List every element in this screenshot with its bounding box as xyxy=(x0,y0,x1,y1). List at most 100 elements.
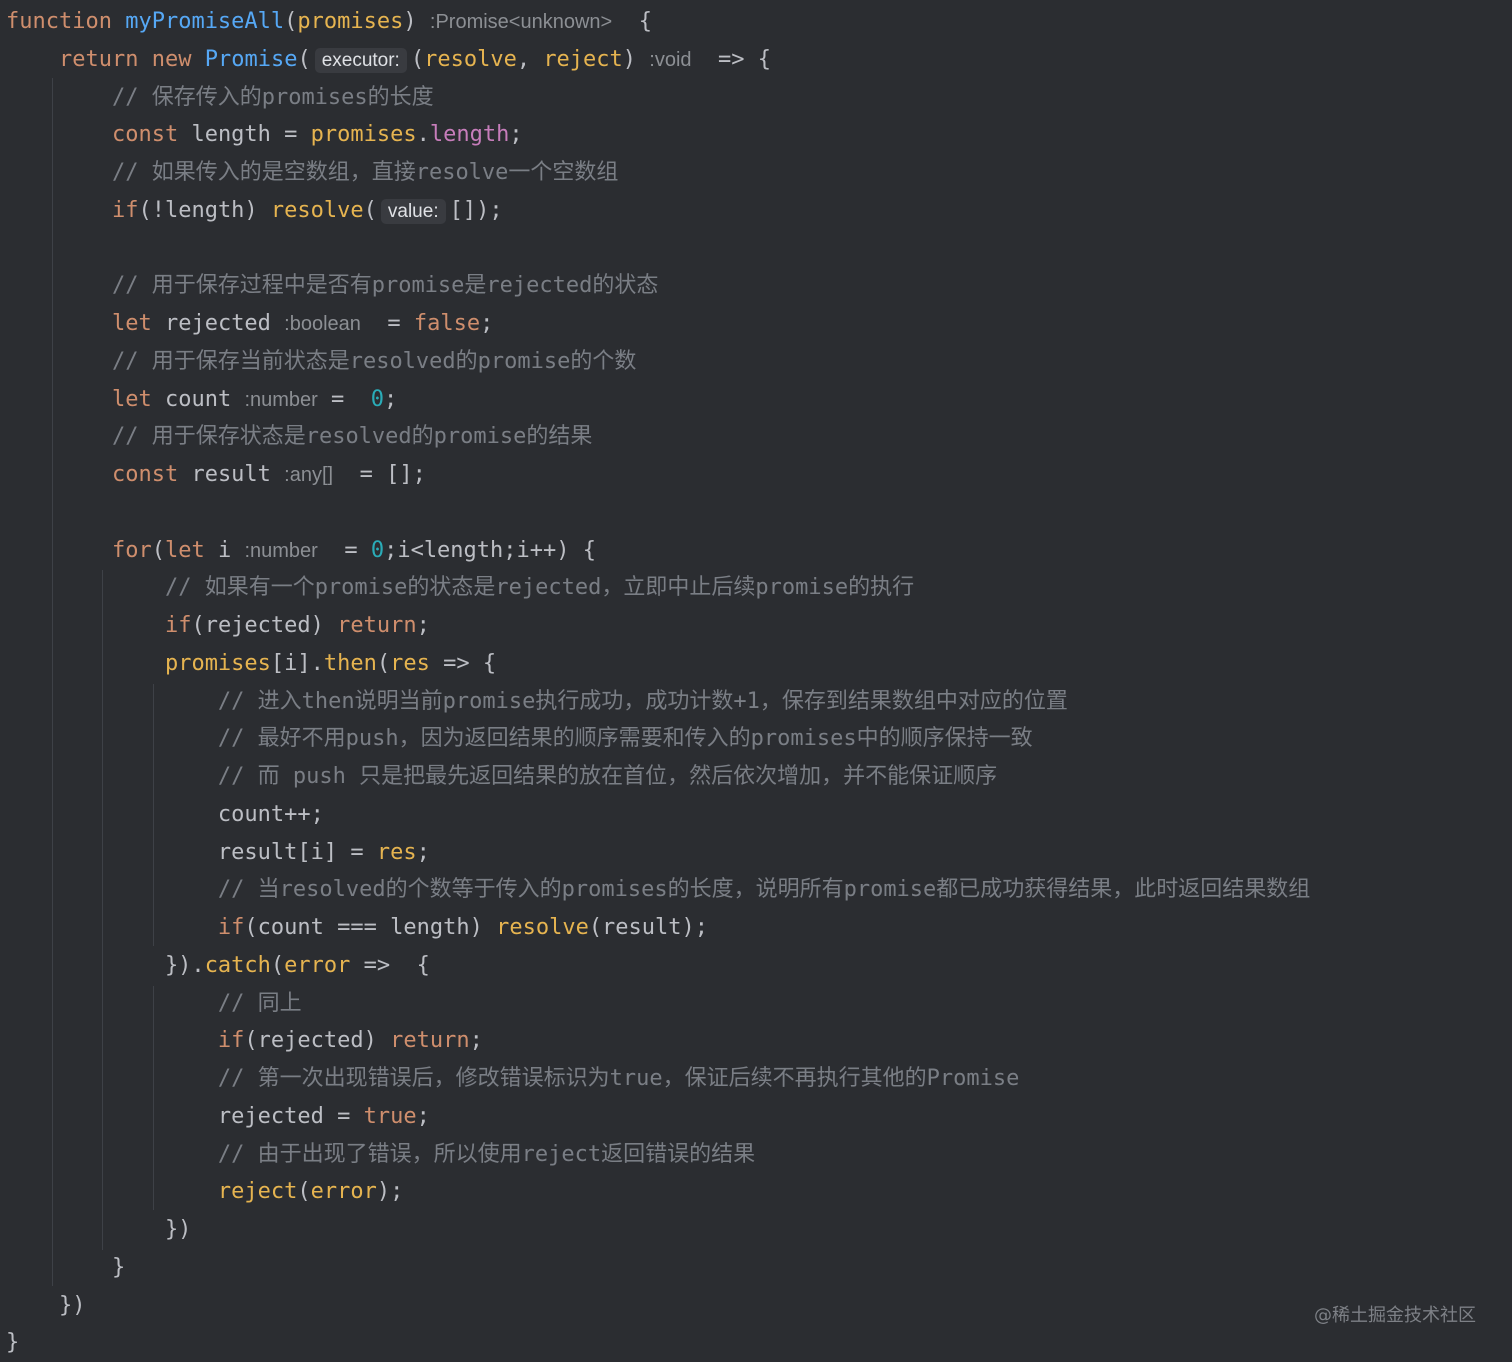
code-line[interactable]: }).catch(error => { xyxy=(6,947,430,985)
code-token: result xyxy=(178,462,285,487)
code-token: , xyxy=(516,46,544,72)
code-line[interactable]: if(rejected) return; xyxy=(6,1022,483,1060)
code-token: ( xyxy=(376,650,391,676)
code-line[interactable]: // 用于保存过程中是否有promise是rejected的状态 xyxy=(6,267,658,305)
code-line[interactable]: // 最好不用push，因为返回结果的顺序需要和传入的promises中的顺序保… xyxy=(6,720,1033,758)
code-token: { xyxy=(612,9,652,34)
code-token: (result); xyxy=(588,915,709,940)
code-token: ;i<length;i++) { xyxy=(384,537,596,563)
inlay-hint: :any[] xyxy=(284,464,334,486)
code-token: function xyxy=(6,9,112,34)
code-token: ; xyxy=(509,122,523,148)
inlay-hint: executor: xyxy=(314,47,407,73)
code-comment: // 最好不用push，因为返回结果的顺序需要和传入的promises中的顺序保… xyxy=(217,726,1033,752)
code-token: } xyxy=(6,1254,126,1280)
code-line[interactable]: // 同上 xyxy=(6,985,302,1023)
code-token: length = xyxy=(178,122,311,148)
code-line[interactable]: if(rejected) return; xyxy=(6,607,430,645)
code-token: then xyxy=(323,650,377,676)
code-line[interactable]: result[i] = res; xyxy=(6,834,430,872)
code-token: ( xyxy=(151,537,165,563)
inlay-hint: :boolean xyxy=(284,313,361,335)
code-line[interactable]: // 用于保存状态是resolved的promise的结果 xyxy=(6,418,592,456)
code-token: ); xyxy=(376,1179,404,1205)
code-token: if xyxy=(217,1028,245,1054)
code-line[interactable]: const result :any[] = []; xyxy=(6,456,426,494)
watermark: @稀土掘金技术社区 xyxy=(1314,1305,1476,1326)
code-line[interactable]: const length = promises.length; xyxy=(6,116,523,154)
code-line[interactable]: count++; xyxy=(6,796,324,834)
code-token: }). xyxy=(6,952,205,978)
code-token: error xyxy=(310,1179,377,1205)
code-token: = xyxy=(317,537,371,563)
code-token: ( xyxy=(363,197,377,223)
code-comment: // 同上 xyxy=(217,990,302,1016)
code-line[interactable]: for(let i :number = 0;i<length;i++) { xyxy=(6,532,596,570)
code-comment: // 用于保存过程中是否有promise是rejected的状态 xyxy=(111,273,659,299)
code-line[interactable]: }) xyxy=(6,1287,86,1325)
code-token: . xyxy=(416,122,430,148)
code-line[interactable]: } xyxy=(6,1249,125,1287)
code-token: reject xyxy=(217,1179,298,1205)
code-line[interactable]: rejected = true; xyxy=(6,1098,430,1136)
code-editor[interactable]: function myPromiseAll(promises) :Promise… xyxy=(0,0,1512,1361)
code-token: return xyxy=(390,1028,470,1054)
code-token: => { xyxy=(691,46,772,72)
code-line[interactable]: // 如果有一个promise的状态是rejected，立即中止后续promis… xyxy=(6,569,914,607)
code-line[interactable]: } xyxy=(6,1324,19,1362)
code-token: = []; xyxy=(333,462,426,487)
code-line[interactable]: // 由于出现了错误，所以使用reject返回错误的结果 xyxy=(6,1136,755,1174)
code-token: []); xyxy=(449,197,503,223)
code-line[interactable]: }) xyxy=(6,1211,192,1249)
code-token: res xyxy=(390,650,430,676)
code-line[interactable]: function myPromiseAll(promises) :Promise… xyxy=(6,3,652,41)
code-line[interactable]: if(!length) resolve(value: []); xyxy=(6,192,503,230)
code-line[interactable]: // 用于保存当前状态是resolved的promise的个数 xyxy=(6,343,636,381)
code-token: }) xyxy=(6,1217,192,1242)
code-token: ; xyxy=(384,386,398,412)
code-comment: // 用于保存当前状态是resolved的promise的个数 xyxy=(111,348,637,374)
code-comment: // 第一次出现错误后，修改错误标识为true，保证后续不再执行其他的Promi… xyxy=(217,1066,1020,1091)
code-token: let xyxy=(164,537,205,563)
code-line[interactable]: promises[i].then(res => { xyxy=(6,645,496,683)
code-line[interactable]: if(count === length) resolve(result); xyxy=(6,909,708,947)
code-token: ; xyxy=(416,839,430,865)
code-line[interactable]: // 进入then说明当前promise执行成功，成功计数+1，保存到结果数组中… xyxy=(6,683,1068,721)
code-line[interactable]: // 保存传入的promises的长度 xyxy=(6,79,434,117)
code-line[interactable]: let rejected :boolean = false; xyxy=(6,305,493,343)
code-line[interactable]: reject(error); xyxy=(6,1173,403,1211)
code-token: catch xyxy=(204,952,271,978)
code-token: count++; xyxy=(6,801,324,827)
code-line[interactable]: let count :number = 0; xyxy=(6,381,397,419)
code-token: error xyxy=(284,952,351,978)
code-token: promises xyxy=(310,122,417,148)
code-line[interactable]: return new Promise(executor: (resolve, re… xyxy=(6,41,771,79)
code-token: return xyxy=(58,46,139,72)
code-token: ; xyxy=(416,1103,430,1129)
code-line[interactable]: // 而 push 只是把最先返回结果的放在首位，然后依次增加，并不能保证顺序 xyxy=(6,758,997,796)
code-token: ( xyxy=(297,1179,311,1205)
code-comment: // 由于出现了错误，所以使用reject返回错误的结果 xyxy=(217,1141,756,1167)
code-token: promises xyxy=(164,650,271,676)
code-line[interactable]: // 当resolved的个数等于传入的promises的长度，说明所有prom… xyxy=(6,871,1310,909)
code-token: ) xyxy=(622,46,650,72)
code-line[interactable]: // 第一次出现错误后，修改错误标识为true，保证后续不再执行其他的Promi… xyxy=(6,1060,1019,1098)
code-token: ( xyxy=(270,952,285,978)
code-token: const xyxy=(111,462,179,487)
code-line[interactable]: // 如果传入的是空数组，直接resolve一个空数组 xyxy=(6,154,618,192)
code-token: ; xyxy=(416,613,430,638)
code-token: (count === length) xyxy=(244,915,497,940)
